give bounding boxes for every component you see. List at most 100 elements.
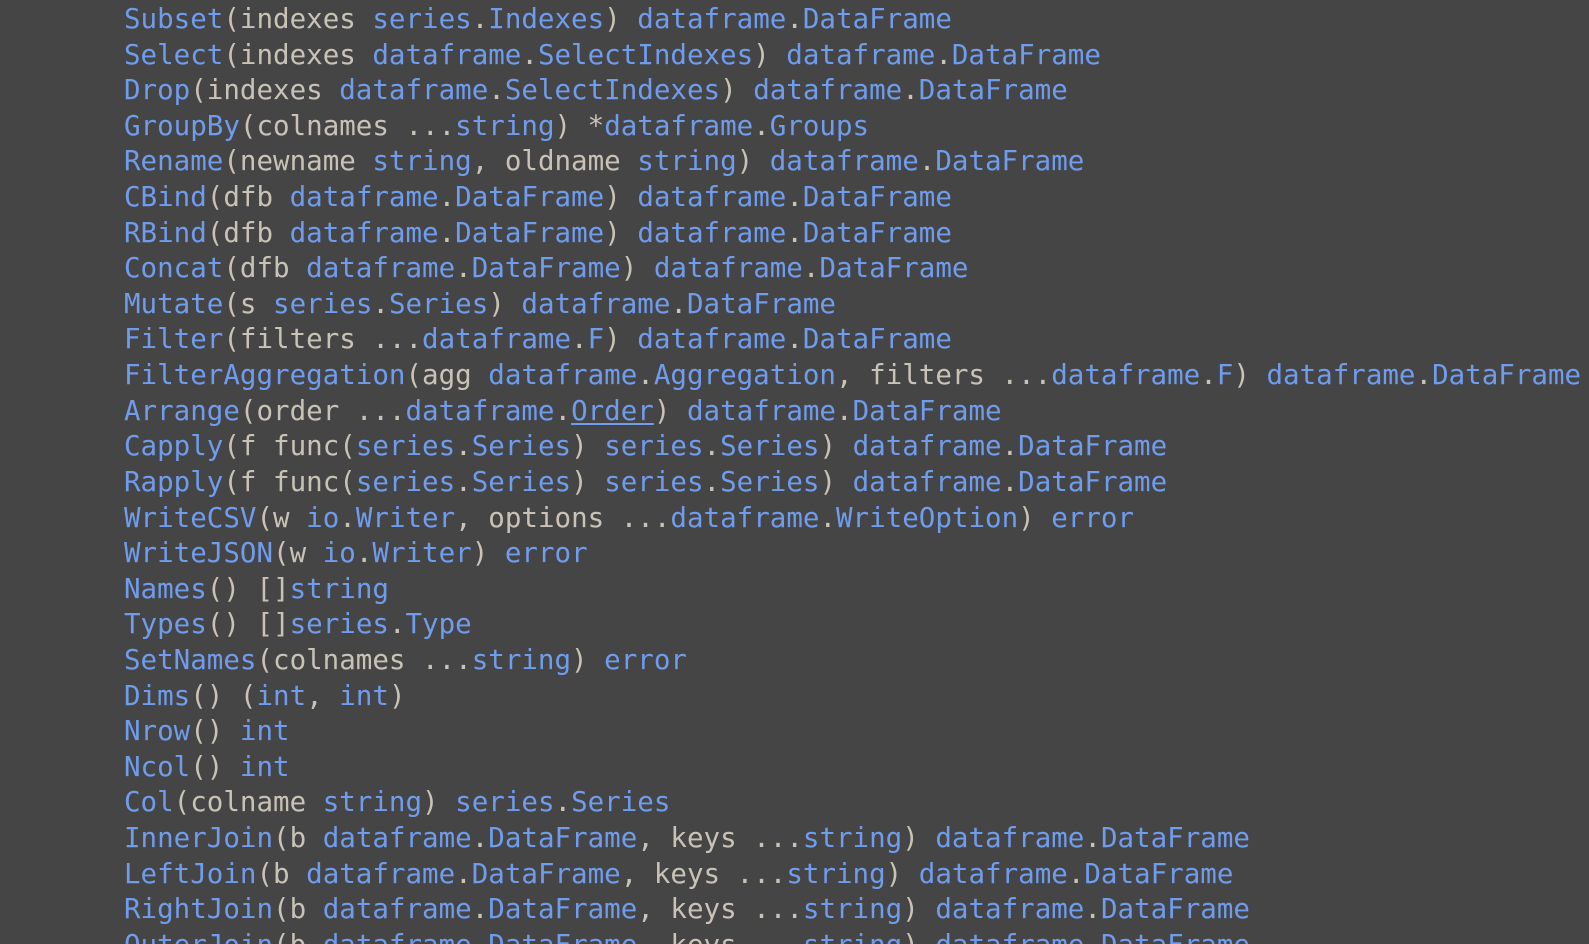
method-name-link[interactable]: LeftJoin xyxy=(124,858,256,890)
method-name-link[interactable]: Capply xyxy=(124,430,223,462)
type-link[interactable]: series xyxy=(290,608,389,640)
type-link[interactable]: series xyxy=(604,430,703,462)
type-link-hovered[interactable]: Order xyxy=(571,395,654,427)
method-signature-row[interactable]: Arrange(order ...dataframe.Order) datafr… xyxy=(124,394,1581,430)
type-link[interactable]: SelectIndexes xyxy=(505,74,720,106)
method-signature-row[interactable]: Ncol() int xyxy=(124,750,1581,786)
method-name-link[interactable]: Ncol xyxy=(124,751,190,783)
type-link[interactable]: Writer xyxy=(356,502,455,534)
method-name-link[interactable]: Concat xyxy=(124,252,223,284)
type-link[interactable]: Series xyxy=(571,786,670,818)
type-link[interactable]: dataframe xyxy=(306,858,455,890)
type-link[interactable]: dataframe xyxy=(654,252,803,284)
method-signature-row[interactable]: Select(indexes dataframe.SelectIndexes) … xyxy=(124,38,1581,74)
type-link[interactable]: string xyxy=(472,644,571,676)
method-name-link[interactable]: InnerJoin xyxy=(124,822,273,854)
method-name-link[interactable]: Dims xyxy=(124,680,190,712)
type-link[interactable]: string xyxy=(637,145,736,177)
method-signature-row[interactable]: RBind(dfb dataframe.DataFrame) dataframe… xyxy=(124,216,1581,252)
type-link[interactable]: SelectIndexes xyxy=(538,39,753,71)
method-name-link[interactable]: GroupBy xyxy=(124,110,240,142)
type-link[interactable]: Series xyxy=(720,466,819,498)
type-link[interactable]: string xyxy=(803,929,902,944)
type-link[interactable]: Type xyxy=(406,608,472,640)
type-link[interactable]: dataframe xyxy=(306,252,455,284)
type-link[interactable]: dataframe xyxy=(323,929,472,944)
type-link[interactable]: DataFrame xyxy=(853,395,1002,427)
method-signature-row[interactable]: OuterJoin(b dataframe.DataFrame, keys ..… xyxy=(124,928,1581,944)
method-name-link[interactable]: Filter xyxy=(124,323,223,355)
method-name-link[interactable]: OuterJoin xyxy=(124,929,273,944)
type-link[interactable]: error xyxy=(604,644,687,676)
type-link[interactable]: DataFrame xyxy=(687,288,836,320)
type-link[interactable]: DataFrame xyxy=(803,217,952,249)
type-link[interactable]: dataframe xyxy=(405,395,554,427)
type-link[interactable]: series xyxy=(604,466,703,498)
type-link[interactable]: dataframe xyxy=(853,430,1002,462)
method-name-link[interactable]: FilterAggregation xyxy=(124,359,405,391)
type-link[interactable]: DataFrame xyxy=(1101,893,1250,925)
type-link[interactable]: Series xyxy=(472,430,571,462)
method-name-link[interactable]: WriteJSON xyxy=(124,537,273,569)
type-link[interactable]: DataFrame xyxy=(472,858,621,890)
method-signature-row[interactable]: Names() []string xyxy=(124,572,1581,608)
type-link[interactable]: DataFrame xyxy=(819,252,968,284)
type-link[interactable]: dataframe xyxy=(604,110,753,142)
method-name-link[interactable]: SetNames xyxy=(124,644,256,676)
type-link[interactable]: dataframe xyxy=(290,181,439,213)
type-link[interactable]: dataframe xyxy=(935,893,1084,925)
method-signature-row[interactable]: Rapply(f func(series.Series) series.Seri… xyxy=(124,465,1581,501)
type-link[interactable]: DataFrame xyxy=(1018,466,1167,498)
type-link[interactable]: dataframe xyxy=(770,145,919,177)
type-link[interactable]: string xyxy=(372,145,471,177)
type-link[interactable]: series xyxy=(273,288,372,320)
method-name-link[interactable]: Arrange xyxy=(124,395,240,427)
method-name-link[interactable]: WriteCSV xyxy=(124,502,256,534)
type-link[interactable]: DataFrame xyxy=(803,181,952,213)
method-signature-row[interactable]: Rename(newname string, oldname string) d… xyxy=(124,144,1581,180)
type-link[interactable]: dataframe xyxy=(372,39,521,71)
type-link[interactable]: WriteOption xyxy=(836,502,1018,534)
type-link[interactable]: dataframe xyxy=(637,217,786,249)
method-signature-row[interactable]: Drop(indexes dataframe.SelectIndexes) da… xyxy=(124,73,1581,109)
type-link[interactable]: dataframe xyxy=(935,929,1084,944)
type-link[interactable]: Series xyxy=(720,430,819,462)
type-link[interactable]: dataframe xyxy=(422,323,571,355)
method-signature-row[interactable]: Types() []series.Type xyxy=(124,607,1581,643)
method-name-link[interactable]: RightJoin xyxy=(124,893,273,925)
method-name-link[interactable]: Names xyxy=(124,573,207,605)
type-link[interactable]: dataframe xyxy=(323,893,472,925)
type-link[interactable]: DataFrame xyxy=(455,217,604,249)
type-link[interactable]: dataframe xyxy=(1051,359,1200,391)
type-link[interactable]: DataFrame xyxy=(803,3,952,35)
type-link[interactable]: dataframe xyxy=(323,822,472,854)
method-name-link[interactable]: Subset xyxy=(124,3,223,35)
type-link[interactable]: DataFrame xyxy=(952,39,1101,71)
method-name-link[interactable]: Types xyxy=(124,608,207,640)
type-link[interactable]: DataFrame xyxy=(455,181,604,213)
method-signature-row[interactable]: GroupBy(colnames ...string) *dataframe.G… xyxy=(124,109,1581,145)
type-link[interactable]: Groups xyxy=(770,110,869,142)
method-signature-row[interactable]: Filter(filters ...dataframe.F) dataframe… xyxy=(124,322,1581,358)
type-link[interactable]: series xyxy=(455,786,554,818)
type-link[interactable]: DataFrame xyxy=(1432,359,1581,391)
type-link[interactable]: int xyxy=(256,680,306,712)
type-link[interactable]: int xyxy=(240,715,290,747)
type-link[interactable]: dataframe xyxy=(670,502,819,534)
type-link[interactable]: dataframe xyxy=(637,323,786,355)
method-signature-row[interactable]: CBind(dfb dataframe.DataFrame) dataframe… xyxy=(124,180,1581,216)
type-link[interactable]: dataframe xyxy=(637,3,786,35)
method-signature-row[interactable]: Subset(indexes series.Indexes) dataframe… xyxy=(124,2,1581,38)
type-link[interactable]: dataframe xyxy=(786,39,935,71)
method-signature-row[interactable]: WriteCSV(w io.Writer, options ...datafra… xyxy=(124,501,1581,537)
type-link[interactable]: dataframe xyxy=(919,858,1068,890)
method-signature-row[interactable]: Mutate(s series.Series) dataframe.DataFr… xyxy=(124,287,1581,323)
method-signature-row[interactable]: WriteJSON(w io.Writer) error xyxy=(124,536,1581,572)
type-link[interactable]: string xyxy=(290,573,389,605)
method-signature-row[interactable]: Nrow() int xyxy=(124,714,1581,750)
type-link[interactable]: DataFrame xyxy=(472,252,621,284)
method-name-link[interactable]: CBind xyxy=(124,181,207,213)
method-signature-row[interactable]: Concat(dfb dataframe.DataFrame) datafram… xyxy=(124,251,1581,287)
type-link[interactable]: Series xyxy=(472,466,571,498)
type-link[interactable]: error xyxy=(1051,502,1134,534)
